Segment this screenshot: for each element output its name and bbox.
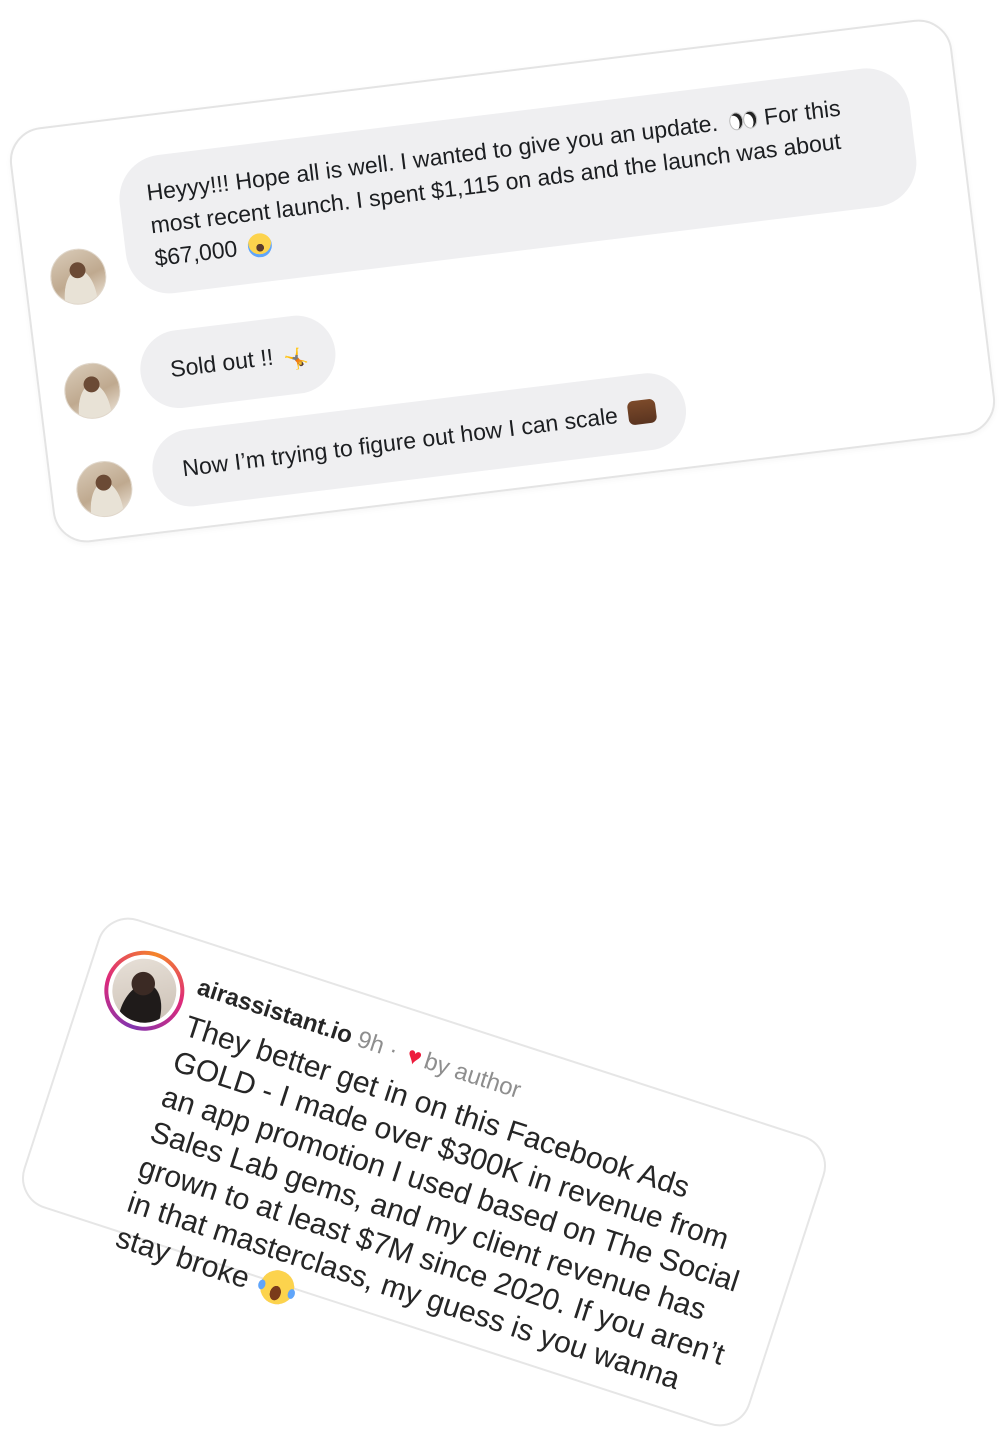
dm-message-text: Now I’m trying to figure out how I can s…	[180, 402, 620, 482]
comment-card: airassistant.io 9h · ♥by author They bet…	[13, 909, 835, 1435]
commenter-avatar[interactable]	[104, 950, 185, 1032]
dm-message-bubble[interactable]: Sold out !! 🤸	[135, 311, 340, 413]
sender-avatar[interactable]	[47, 245, 110, 308]
sender-avatar[interactable]	[73, 457, 136, 521]
cartwheel-emoji-icon: 🤸	[282, 347, 311, 373]
dm-message-row: Sold out !! 🤸	[58, 311, 340, 423]
dm-message-bubble[interactable]: Heyyy!!! Hope all is well. I wanted to g…	[114, 63, 922, 299]
dm-message-row: Heyyy!!! Hope all is well. I wanted to g…	[37, 63, 922, 308]
dm-message-text: Sold out !!	[168, 343, 275, 383]
raised-hands-emoji-icon	[626, 398, 658, 426]
meta-separator: ·	[385, 1036, 402, 1065]
comment-body: airassistant.io 9h · ♥by author They bet…	[111, 972, 792, 1446]
sender-avatar[interactable]	[61, 359, 124, 423]
story-ring[interactable]	[93, 940, 195, 1042]
eyes-emoji-icon	[726, 106, 759, 133]
scream-emoji-icon	[246, 231, 273, 259]
dm-conversation-card: Heyyy!!! Hope all is well. I wanted to g…	[6, 15, 999, 547]
comment-time: 9h	[353, 1025, 388, 1060]
